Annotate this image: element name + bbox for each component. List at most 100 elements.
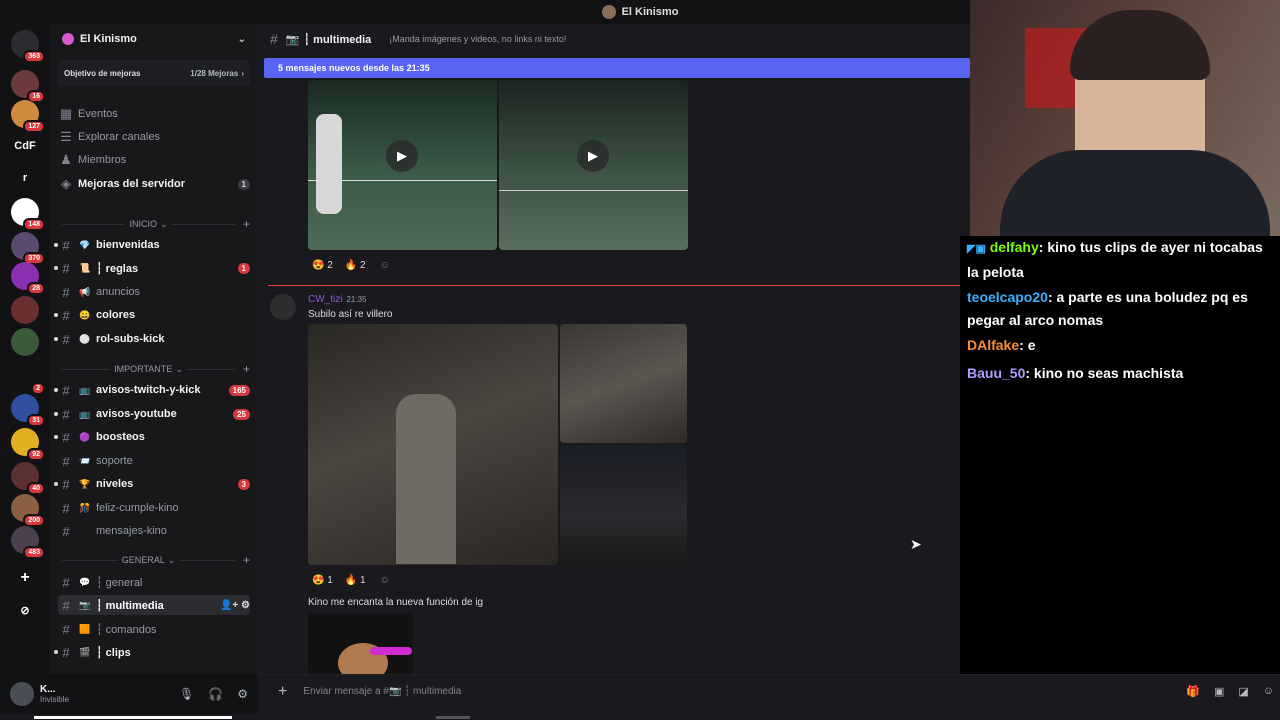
unread-indicator [54,266,58,270]
microphone-icon[interactable]: 🎙 [179,687,194,701]
reaction[interactable]: 😍 1 [312,575,333,586]
server-icon[interactable]: 483 [11,526,45,559]
play-icon[interactable]: ▶ [577,140,609,172]
channel-emoji: 📺 [79,384,91,395]
sidebar-item-channel[interactable]: # 📷 ┆ multimedia 👤+ ⚙ [58,595,250,615]
server-icon[interactable]: 148 [11,198,45,231]
guild-name: El Kinismo [80,33,137,45]
sidebar-item-channel[interactable]: # 📺 avisos-twitch-y-kick 165 [54,380,250,400]
sidebar-item-channel[interactable]: # 🟣 boosteos [54,427,250,447]
sidebar-item-miembros[interactable]: ♟ Miembros [58,150,250,170]
server-label: r [22,172,28,184]
message-composer[interactable]: + Enviar mensaje a #📷 ┆ multimedia 🎁 ▣ ◪… [258,674,1280,708]
mention-badge: 363 [23,50,45,63]
play-icon[interactable]: ▶ [386,140,418,172]
add-channel-icon[interactable]: + [243,217,250,231]
channel-emoji: 🏆 [79,478,91,489]
sidebar-item-eventos[interactable]: ▦ Eventos [58,104,250,124]
sidebar-item-channel[interactable]: # ⚪ rol-subs-kick [54,329,250,349]
boost-goal-bar[interactable]: Objetivo de mejoras 1/28 Mejoras › [58,60,250,86]
server-icon[interactable]: 28 [11,262,45,295]
sidebar-item-channel[interactable]: # mensajes-kino [58,521,250,541]
sidebar-item-explorar[interactable]: ☰ Explorar canales [58,127,250,147]
server-icon[interactable]: 31 [11,394,45,427]
mention-badge: 3 [237,478,250,490]
avatar[interactable] [10,682,34,706]
sidebar-item-channel[interactable]: # 📺 avisos-youtube 25 [54,404,250,424]
server-icon[interactable]: 16 [11,70,45,103]
image-attachment[interactable] [308,324,558,565]
hash-icon: # [62,331,70,347]
server-icon[interactable]: r [11,164,39,192]
headphones-icon[interactable]: 🎧 [208,687,223,701]
video-attachment[interactable]: ▶ [499,80,688,250]
server-icon[interactable]: 127 [11,100,45,133]
gift-icon[interactable]: 🎁 [1186,685,1200,698]
message-text: Kino me encanta la nueva función de ig [308,597,484,608]
person-figure [396,394,456,564]
hash-icon: # [62,429,70,445]
category-inicio[interactable]: INICIO ⌄ + [58,216,250,232]
category-importante[interactable]: IMPORTANTE ⌄ + [58,361,250,377]
server-label: CdF [14,140,36,152]
category-general[interactable]: GENERAL ⌄ + [58,552,250,568]
sidebar-item-channel[interactable]: # 📢 anuncios [58,282,250,302]
server-icon[interactable]: CdF [11,132,39,160]
message-author[interactable]: CW_tizi 21:35 [308,294,366,305]
image-attachment[interactable] [308,613,413,674]
server-icon[interactable]: 40 [11,462,45,495]
video-attachment[interactable]: ▶ [308,80,497,250]
channel-emoji: 😀 [79,309,91,320]
sidebar-item-channel[interactable]: # 🎬 ┆ clips [54,642,250,662]
server-icon[interactable]: 370 [11,232,45,265]
server-icon[interactable] [11,328,39,356]
avatar[interactable] [270,294,296,320]
channel-emoji: 🎬 [79,646,91,657]
server-icon[interactable]: 200 [11,494,45,527]
new-messages-bar[interactable]: 5 mensajes nuevos desde las 21:35 [264,58,970,78]
add-channel-icon[interactable]: + [243,362,250,376]
hash-icon: # [62,237,70,253]
emoji-icon[interactable]: ☺ [1263,685,1274,698]
reaction[interactable]: 🔥 2 [345,260,366,271]
sidebar-item-channel[interactable]: # 🟧 ┆ comandos [58,619,250,639]
channel-emoji: 🟧 [79,623,91,634]
hash-icon: # [62,260,70,276]
sidebar-item-mejoras[interactable]: ◈ Mejoras del servidor 1 [58,174,250,194]
image-attachment[interactable] [560,324,687,443]
sidebar-item-channel[interactable]: # 😀 colores [54,305,250,325]
reaction[interactable]: 🔥 1 [345,575,366,586]
add-reaction-icon[interactable]: ☺ [380,260,390,271]
gif-icon[interactable]: ▣ [1214,685,1224,698]
add-channel-icon[interactable]: + [243,553,250,567]
sidebar-item-label: niveles [96,478,134,490]
sidebar-item-channel[interactable]: # 💬 ┆ general [58,572,250,592]
guild-icon [62,33,74,45]
sidebar-item-channel[interactable]: # 📜 ┆ reglas 1 [54,258,250,278]
server-icon[interactable]: 92 [11,428,45,461]
sidebar-item-channel[interactable]: # 💎 bienvenidas [54,235,250,255]
gear-icon[interactable]: ⚙ [237,687,248,701]
server-icon[interactable] [11,296,39,324]
user-panel: K... Invisible 🎙 🎧 ⚙ [0,674,258,714]
image-attachment[interactable] [560,445,687,565]
add-reaction-icon[interactable]: ☺ [380,575,390,586]
channel-settings-icon[interactable]: 👤+ ⚙ [220,600,250,611]
add-attachment-icon[interactable]: + [278,683,287,701]
hash-icon: # [62,284,70,300]
sidebar-item-channel[interactable]: # 🏆 niveles 3 [54,474,250,494]
discover-icon[interactable]: ⊘ [11,596,39,624]
add-server-icon[interactable]: + [11,564,39,592]
sidebar-item-channel[interactable]: # 📨 soporte [58,451,250,471]
mention-badge: 483 [23,546,45,559]
channel-emoji: 📷 [79,599,91,610]
server-icon[interactable]: 363 [11,30,45,63]
guild-header[interactable]: El Kinismo ⌄ [50,24,258,54]
server-icon[interactable]: 2 [11,362,45,395]
channel-emoji: 📨 [79,455,91,466]
chat-area: # 📷 ┆ multimedia ¡Manda imágenes y video… [258,24,970,674]
reaction[interactable]: 😍 2 [312,260,333,271]
chevron-down-icon[interactable]: ⌄ [238,34,246,45]
sidebar-item-channel[interactable]: # 🎊 feliz-cumple-kino [58,498,250,518]
sticker-icon[interactable]: ◪ [1238,685,1248,698]
